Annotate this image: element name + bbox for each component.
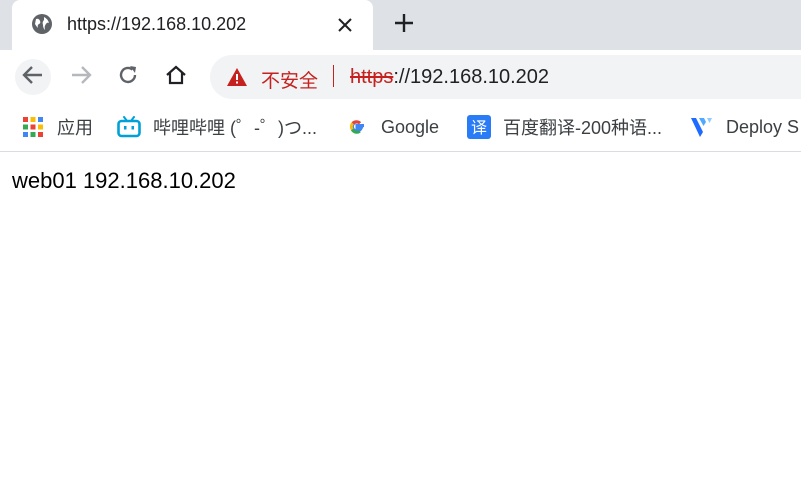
bookmark-bilibili[interactable]: 哔哩哔哩 (゜-゜)つ... (117, 114, 317, 140)
page-body-text: web01 192.168.10.202 (12, 168, 236, 193)
active-tab[interactable]: https://192.168.10.202 (12, 0, 373, 50)
home-button[interactable] (158, 59, 194, 95)
bookmark-label: 哔哩哔哩 (゜-゜)つ... (153, 118, 317, 138)
baidu-translate-icon: 译 (467, 115, 491, 139)
forward-button[interactable] (63, 59, 99, 95)
home-icon (165, 64, 187, 91)
forward-arrow-icon (70, 64, 92, 91)
vultr-icon (690, 115, 714, 139)
apps-grid-icon (21, 115, 45, 139)
globe-icon (31, 13, 53, 35)
bookmark-label: 应用 (57, 118, 93, 138)
back-arrow-icon (22, 64, 44, 91)
bookmark-apps[interactable]: 应用 (21, 114, 93, 140)
url-text[interactable]: https://192.168.10.202 (350, 66, 549, 89)
plus-icon (394, 13, 414, 38)
reload-icon (117, 64, 139, 91)
toolbar: 不安全 https://192.168.10.202 (0, 50, 801, 104)
bookmarks-bar: 应用 哔哩哔哩 (゜-゜)つ... Google 译 百度翻译-200种语...… (0, 104, 801, 152)
google-icon (345, 115, 369, 139)
bookmark-label: Google (381, 116, 440, 137)
close-icon[interactable] (334, 14, 356, 36)
security-status[interactable]: 不安全 (261, 66, 318, 93)
warning-triangle-icon[interactable] (226, 67, 248, 87)
new-tab-button[interactable] (390, 11, 418, 39)
bookmark-label: Deploy S (726, 116, 800, 137)
url-scheme: https (350, 66, 394, 88)
address-bar[interactable]: 不安全 https://192.168.10.202 (210, 55, 801, 99)
bookmark-label: 百度翻译-200种语... (503, 118, 663, 138)
svg-text:译: 译 (471, 118, 487, 137)
omnibox-separator (333, 65, 334, 87)
bookmark-baidu-translate[interactable]: 译 百度翻译-200种语... (467, 114, 662, 140)
bilibili-icon (117, 115, 141, 139)
reload-button[interactable] (110, 59, 146, 95)
bookmark-google[interactable]: Google (345, 114, 439, 140)
bookmark-deploy[interactable]: Deploy S (690, 114, 799, 140)
tab-strip: https://192.168.10.202 (0, 0, 801, 50)
page-content: web01 192.168.10.202 (0, 152, 801, 194)
back-button[interactable] (15, 59, 51, 95)
tab-title: https://192.168.10.202 (67, 14, 247, 34)
url-rest: ://192.168.10.202 (393, 66, 550, 88)
